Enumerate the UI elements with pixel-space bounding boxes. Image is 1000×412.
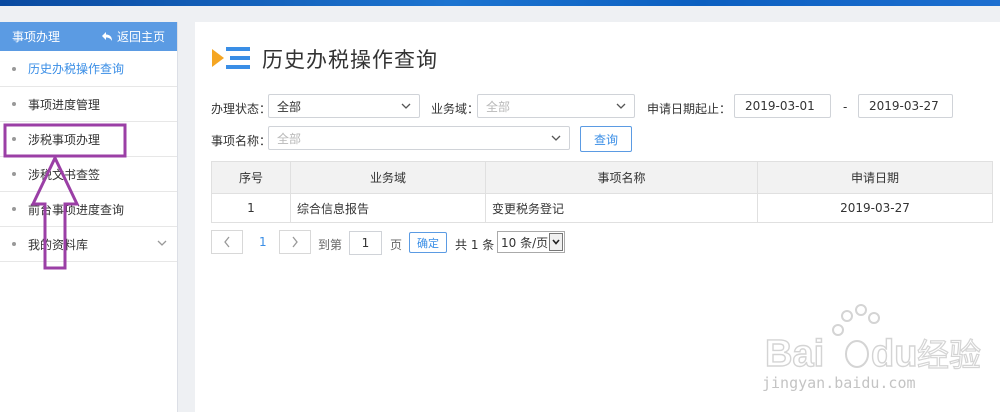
table-header-row: 序号 业务域 事项名称 申请日期 bbox=[211, 161, 993, 194]
sidebar-item-label: 我的资料库 bbox=[28, 237, 89, 252]
page-size-value: 10 条/页 bbox=[501, 235, 549, 250]
column-header-domain: 业务域 bbox=[290, 161, 486, 194]
sidebar-item-label: 涉税文书查签 bbox=[28, 167, 101, 182]
date-range-label: 申请日期起止： bbox=[647, 102, 732, 116]
status-select-value: 全部 bbox=[277, 99, 302, 114]
column-header-item: 事项名称 bbox=[485, 161, 758, 194]
date-from-value: 2019-03-01 bbox=[745, 99, 815, 113]
cell-date: 2019-03-27 bbox=[757, 193, 993, 223]
back-arrow-icon bbox=[101, 31, 112, 41]
sidebar-header: 事项办理 返回主页 bbox=[0, 22, 177, 51]
chevron-right-icon bbox=[292, 236, 298, 248]
domain-label: 业务域： bbox=[431, 102, 480, 116]
query-button[interactable]: 查询 bbox=[580, 126, 632, 152]
chevron-left-icon bbox=[224, 236, 230, 248]
total-count: 共 1 条 bbox=[455, 238, 495, 252]
page-number-current[interactable]: 1 bbox=[259, 235, 267, 249]
domain-select[interactable]: 全部 bbox=[477, 94, 635, 118]
bullet-icon bbox=[12, 242, 16, 246]
date-separator: - bbox=[843, 100, 848, 114]
goto-page-input[interactable]: 1 bbox=[349, 231, 382, 255]
chevron-down-icon bbox=[616, 103, 626, 109]
bullet-icon bbox=[12, 172, 16, 176]
confirm-button-label: 确定 bbox=[417, 236, 439, 250]
domain-select-placeholder: 全部 bbox=[486, 99, 511, 114]
sidebar-item-label: 事项进度管理 bbox=[28, 97, 101, 112]
column-header-index: 序号 bbox=[211, 161, 291, 194]
sidebar-item-history-query[interactable]: 历史办税操作查询 bbox=[0, 51, 177, 87]
table-row[interactable]: 1 综合信息报告 变更税务登记 2019-03-27 bbox=[211, 193, 993, 223]
page-size-select[interactable]: 10 条/页 bbox=[497, 231, 565, 253]
results-table: 序号 业务域 事项名称 申请日期 1 综合信息报告 变更税务登记 2019-03… bbox=[211, 161, 993, 223]
query-button-label: 查询 bbox=[593, 132, 618, 147]
sidebar-item-label: 涉税事项办理 bbox=[28, 132, 101, 147]
bullet-icon bbox=[12, 207, 16, 211]
main-panel: 历史办税操作查询 办理状态： 全部 业务域： 全部 申请日期起止： 2019-0… bbox=[195, 22, 1000, 412]
chevron-down-icon bbox=[551, 135, 561, 141]
sidebar-item-label: 历史办税操作查询 bbox=[28, 62, 125, 76]
bullet-icon bbox=[12, 66, 16, 71]
sidebar-item-tax-documents[interactable]: 涉税文书查签 bbox=[0, 157, 177, 192]
item-name-placeholder: 全部 bbox=[277, 131, 302, 146]
column-header-date: 申请日期 bbox=[757, 161, 993, 194]
bullet-icon bbox=[12, 137, 16, 141]
back-home-label: 返回主页 bbox=[116, 30, 165, 44]
sidebar: 事项办理 返回主页 历史办税操作查询 事项进度管理 涉税事项办理 涉税文书查签 … bbox=[0, 22, 178, 412]
list-icon bbox=[212, 47, 250, 69]
item-name-label: 事项名称： bbox=[211, 134, 272, 148]
cell-item: 变更税务登记 bbox=[485, 193, 758, 223]
page-title: 历史办税操作查询 bbox=[262, 48, 438, 72]
page-header: 历史办税操作查询 bbox=[212, 44, 438, 74]
chevron-down-icon bbox=[401, 103, 411, 109]
sidebar-item-tax-matters[interactable]: 涉税事项办理 bbox=[0, 122, 177, 157]
back-home-button[interactable]: 返回主页 bbox=[101, 28, 165, 45]
sidebar-item-my-library[interactable]: 我的资料库 bbox=[0, 227, 177, 262]
top-banner bbox=[0, 0, 1000, 6]
sidebar-item-front-desk-progress[interactable]: 前台事项进度查询 bbox=[0, 192, 177, 227]
cell-domain: 综合信息报告 bbox=[290, 193, 486, 223]
goto-label: 到第 bbox=[318, 238, 343, 252]
status-label: 办理状态： bbox=[211, 102, 272, 116]
watermark-url: jingyan.baidu.com bbox=[762, 374, 916, 392]
sidebar-menu: 历史办税操作查询 事项进度管理 涉税事项办理 涉税文书查签 前台事项进度查询 我… bbox=[0, 51, 177, 262]
prev-page-button[interactable] bbox=[211, 230, 243, 254]
dropdown-arrow-icon bbox=[549, 233, 563, 251]
confirm-button[interactable]: 确定 bbox=[409, 232, 447, 253]
bullet-icon bbox=[12, 102, 16, 106]
goto-page-value: 1 bbox=[361, 236, 370, 250]
date-from-input[interactable]: 2019-03-01 bbox=[734, 94, 831, 118]
sidebar-title: 事项办理 bbox=[12, 30, 61, 44]
status-select[interactable]: 全部 bbox=[268, 94, 420, 118]
item-name-select[interactable]: 全部 bbox=[268, 126, 570, 150]
page-unit-label: 页 bbox=[390, 238, 403, 252]
date-to-input[interactable]: 2019-03-27 bbox=[858, 94, 953, 118]
sidebar-item-progress-management[interactable]: 事项进度管理 bbox=[0, 87, 177, 122]
date-to-value: 2019-03-27 bbox=[869, 99, 939, 113]
chevron-down-icon bbox=[157, 240, 167, 246]
sidebar-item-label: 前台事项进度查询 bbox=[28, 202, 125, 217]
next-page-button[interactable] bbox=[279, 230, 311, 254]
cell-index: 1 bbox=[211, 193, 291, 223]
